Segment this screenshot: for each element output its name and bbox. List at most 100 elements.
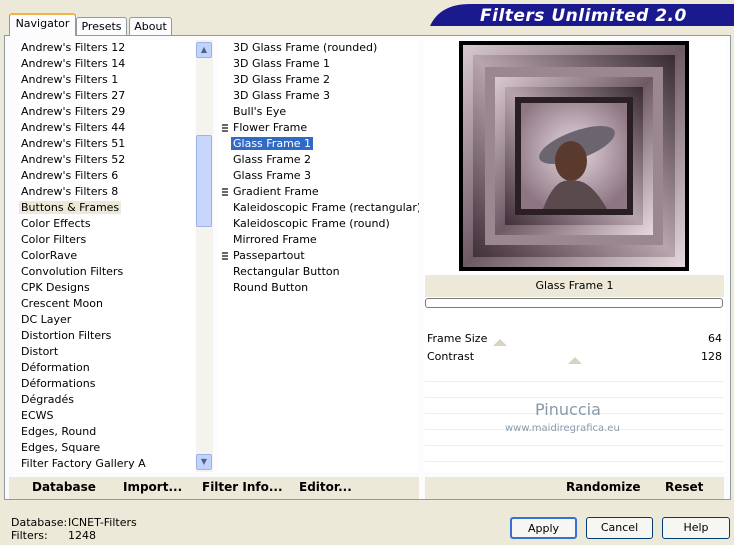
grip-icon [222, 252, 228, 260]
param-value: 128 [701, 350, 722, 363]
category-label: Andrew's Filters 12 [21, 41, 126, 54]
category-label: Andrew's Filters 51 [21, 137, 126, 150]
help-button[interactable]: Help [662, 517, 730, 539]
filter-item[interactable]: 3D Glass Frame 2 [219, 72, 419, 88]
category-label: Déformation [21, 361, 90, 374]
param-label: Frame Size [427, 332, 488, 345]
scroll-thumb[interactable] [196, 135, 212, 227]
filter-item[interactable]: 3D Glass Frame (rounded) [219, 40, 419, 56]
category-item[interactable]: CPK Designs [19, 280, 195, 296]
category-label: Color Effects [21, 217, 91, 230]
category-item[interactable]: Andrew's Filters 12 [19, 40, 195, 56]
cancel-button[interactable]: Cancel [586, 517, 653, 539]
category-item[interactable]: Andrew's Filters 6 [19, 168, 195, 184]
tab-presets[interactable]: Presets [76, 17, 127, 35]
param-label: Contrast [427, 350, 475, 363]
portrait-preview-icon [463, 45, 685, 267]
reset-button[interactable]: Reset [665, 480, 703, 494]
category-label: Convolution Filters [21, 265, 124, 278]
filter-item[interactable]: Glass Frame 2 [219, 152, 419, 168]
import-button[interactable]: Import... [123, 480, 182, 494]
category-item[interactable]: Color Filters [19, 232, 195, 248]
filter-label: Bull's Eye [233, 105, 287, 118]
category-item[interactable]: ColorRave [19, 248, 195, 264]
category-scrollbar[interactable]: ▲ ▼ [196, 40, 213, 472]
category-label: Distort [21, 345, 59, 358]
filter-item[interactable]: 3D Glass Frame 3 [219, 88, 419, 104]
category-item[interactable]: Déformations [19, 376, 195, 392]
category-item[interactable]: Crescent Moon [19, 296, 195, 312]
category-item[interactable]: Andrew's Filters 29 [19, 104, 195, 120]
filter-item[interactable]: Gradient Frame [219, 184, 419, 200]
randomize-button[interactable]: Randomize [566, 480, 640, 494]
scroll-down-icon[interactable]: ▼ [196, 454, 212, 470]
filter-label: Glass Frame 1 [231, 137, 314, 150]
category-item[interactable]: Distortion Filters [19, 328, 195, 344]
right-button-bar: Randomize Reset [425, 477, 724, 499]
status-database-value: ICNET-Filters [68, 516, 137, 529]
filter-item[interactable]: Passepartout [219, 248, 419, 264]
category-item[interactable]: Andrew's Filters 52 [19, 152, 195, 168]
category-item[interactable]: Andrew's Filters 44 [19, 120, 195, 136]
preview-image [459, 41, 689, 271]
tab-about[interactable]: About [129, 17, 172, 35]
filter-info-button[interactable]: Filter Info... [202, 480, 283, 494]
filter-label: 3D Glass Frame (rounded) [233, 41, 378, 54]
param-slot [425, 366, 724, 382]
slider-marker-icon[interactable] [568, 357, 582, 364]
left-button-bar: Database Import... Filter Info... Editor… [9, 477, 419, 499]
filter-item[interactable]: Flower Frame [219, 120, 419, 136]
filter-item[interactable]: Glass Frame 3 [219, 168, 419, 184]
filter-label: 3D Glass Frame 3 [233, 89, 331, 102]
grip-icon [222, 188, 228, 196]
category-label: CPK Designs [21, 281, 90, 294]
category-item[interactable]: Andrew's Filters 14 [19, 56, 195, 72]
filter-item[interactable]: Rectangular Button [219, 264, 419, 280]
category-item[interactable]: Dégradés [19, 392, 195, 408]
category-item[interactable]: Buttons & Frames [19, 200, 195, 216]
category-label: ColorRave [21, 249, 78, 262]
category-label: Dégradés [21, 393, 74, 406]
status-filters-value: 1248 [68, 529, 96, 542]
category-item[interactable]: Filter Factory Gallery A [19, 456, 195, 472]
param-frame-size[interactable]: Frame Size 64 [425, 330, 724, 347]
filter-label: Glass Frame 2 [233, 153, 312, 166]
category-item[interactable]: ECWS [19, 408, 195, 424]
param-contrast[interactable]: Contrast 128 [425, 348, 724, 365]
category-item[interactable]: Convolution Filters [19, 264, 195, 280]
category-item[interactable]: Andrew's Filters 27 [19, 88, 195, 104]
category-item[interactable]: Déformation [19, 360, 195, 376]
category-item[interactable]: Andrew's Filters 51 [19, 136, 195, 152]
tab-navigator[interactable]: Navigator [9, 13, 76, 36]
filter-label: Gradient Frame [233, 185, 319, 198]
filter-item[interactable]: Kaleidoscopic Frame (rectangular) [219, 200, 419, 216]
category-item[interactable]: Andrew's Filters 8 [19, 184, 195, 200]
category-item[interactable]: Edges, Square [19, 440, 195, 456]
watermark-name: Pinuccia [535, 400, 601, 419]
scroll-up-icon[interactable]: ▲ [196, 42, 212, 58]
filter-label: Glass Frame 3 [233, 169, 312, 182]
category-item[interactable]: DC Layer [19, 312, 195, 328]
filter-label: Rectangular Button [233, 265, 340, 278]
filter-item[interactable]: Kaleidoscopic Frame (round) [219, 216, 419, 232]
editor-button[interactable]: Editor... [299, 480, 352, 494]
filter-item[interactable]: Glass Frame 1 [219, 136, 419, 152]
category-item[interactable]: Edges, Round [19, 424, 195, 440]
category-label: ECWS [21, 409, 54, 422]
filter-item[interactable]: 3D Glass Frame 1 [219, 56, 419, 72]
filter-label: Kaleidoscopic Frame (rectangular) [233, 201, 419, 214]
filter-label: Flower Frame [233, 121, 308, 134]
filter-item[interactable]: Round Button [219, 280, 419, 296]
database-button[interactable]: Database [32, 480, 96, 494]
category-item[interactable]: Distort [19, 344, 195, 360]
filter-list[interactable]: 3D Glass Frame (rounded) 3D Glass Frame 1… [219, 40, 419, 472]
filter-item[interactable]: Mirrored Frame [219, 232, 419, 248]
category-item[interactable]: Andrew's Filters 1 [19, 72, 195, 88]
category-label: Andrew's Filters 44 [21, 121, 126, 134]
slider-marker-icon[interactable] [493, 339, 507, 346]
apply-button[interactable]: Apply [510, 517, 577, 539]
filter-item[interactable]: Bull's Eye [219, 104, 419, 120]
app-title: Filters Unlimited 2.0 [480, 6, 687, 26]
category-item[interactable]: Color Effects [19, 216, 195, 232]
category-list[interactable]: Andrew's Filters 12 Andrew's Filters 14 An… [19, 40, 195, 472]
